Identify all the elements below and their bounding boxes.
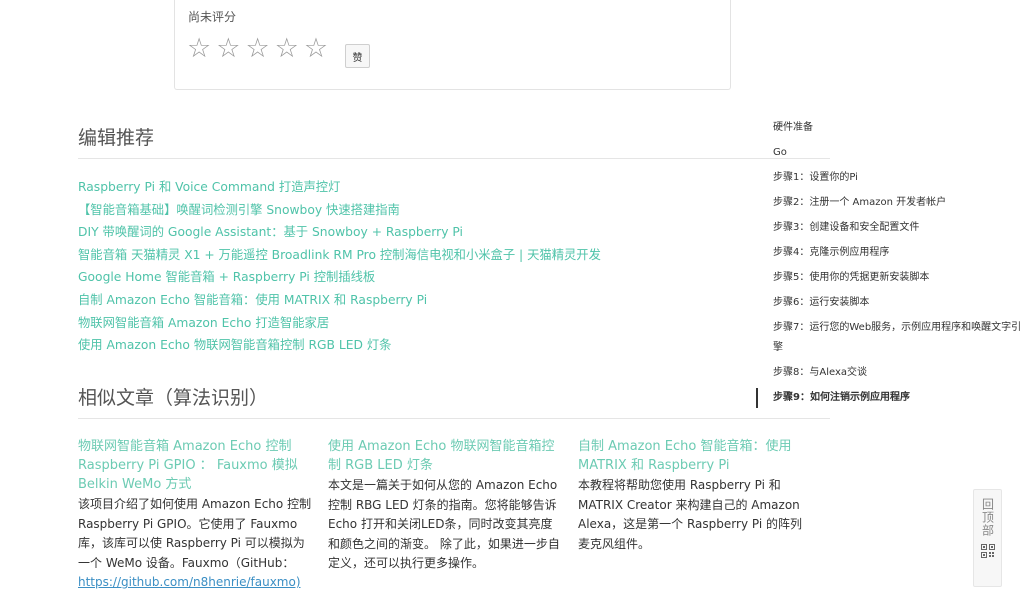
similar-article-title[interactable]: 自制 Amazon Echo 智能音箱：使用 MATRIX 和 Raspberr… bbox=[578, 437, 812, 475]
editor-pick-link[interactable]: DIY 带唤醒词的 Google Assistant：基于 Snowboy + … bbox=[78, 225, 463, 239]
github-link[interactable]: https://github.com/n8henrie/fauxmo) bbox=[78, 575, 301, 589]
list-item: DIY 带唤醒词的 Google Assistant：基于 Snowboy + … bbox=[78, 222, 601, 245]
list-item: 自制 Amazon Echo 智能音箱：使用 MATRIX 和 Raspberr… bbox=[78, 290, 601, 313]
toc-item[interactable]: 硬件准备 bbox=[756, 118, 1024, 138]
toc-item[interactable]: Go bbox=[756, 143, 1024, 163]
editor-pick-link[interactable]: 【智能音箱基础】唤醒词检测引擎 Snowboy 快速搭建指南 bbox=[78, 203, 400, 217]
like-button[interactable]: 赞 bbox=[345, 44, 370, 68]
editor-pick-link[interactable]: Google Home 智能音箱 + Raspberry Pi 控制插线板 bbox=[78, 270, 375, 284]
list-item: 【智能音箱基础】唤醒词检测引擎 Snowboy 快速搭建指南 bbox=[78, 200, 601, 223]
star-icon[interactable]: ☆ bbox=[187, 34, 211, 64]
editor-pick-link[interactable]: Raspberry Pi 和 Voice Command 打造声控灯 bbox=[78, 180, 340, 194]
toc-item[interactable]: 步骤6：运行安装脚本 bbox=[756, 293, 1024, 313]
similar-article-card: 物联网智能音箱 Amazon Echo 控制 Raspberry Pi GPIO… bbox=[78, 437, 312, 593]
toc-item[interactable]: 步骤3：创建设备和安全配置文件 bbox=[756, 218, 1024, 238]
editor-picks-heading: 编辑推荐 bbox=[78, 123, 830, 159]
star-rating[interactable]: ☆ ☆ ☆ ☆ ☆ bbox=[187, 34, 328, 64]
list-item: Google Home 智能音箱 + Raspberry Pi 控制插线板 bbox=[78, 267, 601, 290]
editor-pick-link[interactable]: 物联网智能音箱 Amazon Echo 打造智能家居 bbox=[78, 316, 329, 330]
table-of-contents: 硬件准备 Go 步骤1：设置你的Pi 步骤2：注册一个 Amazon 开发者帐户… bbox=[756, 118, 1024, 408]
star-icon[interactable]: ☆ bbox=[275, 34, 299, 64]
similar-article-desc: 该项目介绍了如何使用 Amazon Echo 控制 Raspberry Pi G… bbox=[78, 495, 312, 593]
editor-pick-link[interactable]: 自制 Amazon Echo 智能音箱：使用 MATRIX 和 Raspberr… bbox=[78, 293, 427, 307]
toc-item[interactable]: 步骤8：与Alexa交谈 bbox=[756, 363, 1024, 383]
editor-pick-link[interactable]: 使用 Amazon Echo 物联网智能音箱控制 RGB LED 灯条 bbox=[78, 338, 391, 352]
toc-item[interactable]: 步骤4：克隆示例应用程序 bbox=[756, 243, 1024, 263]
back-to-top-label: 回顶部 bbox=[980, 498, 995, 537]
list-item: Raspberry Pi 和 Voice Command 打造声控灯 bbox=[78, 177, 601, 200]
similar-article-desc: 本教程将帮助您使用 Raspberry Pi 和 MATRIX Creator … bbox=[578, 478, 802, 551]
similar-articles-heading: 相似文章（算法识别） bbox=[78, 383, 830, 419]
rating-label: 尚未评分 bbox=[188, 10, 237, 24]
toc-item[interactable]: 步骤5：使用你的凭据更新安装脚本 bbox=[756, 268, 1024, 288]
toc-item[interactable]: 步骤1：设置你的Pi bbox=[756, 168, 1024, 188]
similar-article-desc: 本文是一篇关于如何从您的 Amazon Echo 控制 RBG LED 灯条的指… bbox=[328, 478, 560, 570]
toc-item[interactable]: 步骤2：注册一个 Amazon 开发者帐户 bbox=[756, 193, 1024, 213]
similar-article-desc-text: 该项目介绍了如何使用 Amazon Echo 控制 Raspberry Pi G… bbox=[78, 497, 312, 570]
back-to-top-button[interactable]: 回顶部 bbox=[973, 489, 1002, 587]
similar-article-title[interactable]: 使用 Amazon Echo 物联网智能音箱控制 RGB LED 灯条 bbox=[328, 437, 562, 475]
star-icon[interactable]: ☆ bbox=[304, 34, 328, 64]
editor-pick-link[interactable]: 智能音箱 天猫精灵 X1 + 万能遥控 Broadlink RM Pro 控制海… bbox=[78, 248, 601, 262]
similar-article-title[interactable]: 物联网智能音箱 Amazon Echo 控制 Raspberry Pi GPIO… bbox=[78, 437, 312, 494]
toc-item[interactable]: 步骤7：运行您的Web服务，示例应用程序和唤醒文字引擎 bbox=[756, 318, 1024, 358]
list-item: 使用 Amazon Echo 物联网智能音箱控制 RGB LED 灯条 bbox=[78, 335, 601, 358]
similar-article-card: 自制 Amazon Echo 智能音箱：使用 MATRIX 和 Raspberr… bbox=[578, 437, 812, 554]
editor-picks-list: Raspberry Pi 和 Voice Command 打造声控灯 【智能音箱… bbox=[78, 177, 601, 358]
toc-item[interactable]: 步骤9：如何注销示例应用程序 bbox=[756, 388, 1024, 408]
rating-panel: 尚未评分 ☆ ☆ ☆ ☆ ☆ 赞 bbox=[174, 0, 731, 90]
qr-code-icon[interactable] bbox=[980, 543, 995, 562]
similar-article-card: 使用 Amazon Echo 物联网智能音箱控制 RGB LED 灯条 本文是一… bbox=[328, 437, 562, 574]
list-item: 智能音箱 天猫精灵 X1 + 万能遥控 Broadlink RM Pro 控制海… bbox=[78, 245, 601, 268]
star-icon[interactable]: ☆ bbox=[245, 34, 269, 64]
star-icon[interactable]: ☆ bbox=[216, 34, 240, 64]
list-item: 物联网智能音箱 Amazon Echo 打造智能家居 bbox=[78, 313, 601, 336]
